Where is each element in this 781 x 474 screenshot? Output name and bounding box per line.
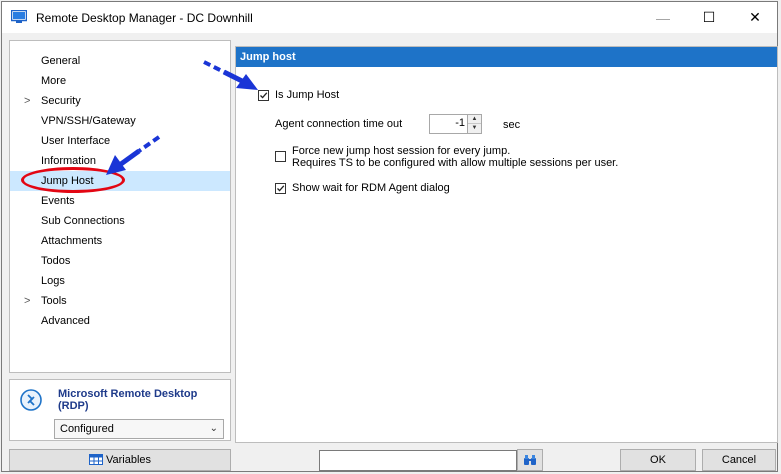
- variables-label: Variables: [105, 454, 152, 466]
- sidebar-item-more[interactable]: More: [10, 71, 230, 91]
- sidebar-item-advanced[interactable]: Advanced: [10, 311, 230, 331]
- sidebar-item-label: Todos: [41, 255, 71, 267]
- sidebar-item-label: User Interface: [41, 135, 111, 147]
- sidebar-item-user-interface[interactable]: User Interface: [10, 131, 230, 151]
- ok-button[interactable]: OK: [620, 449, 696, 471]
- close-button[interactable]: ✕: [732, 2, 778, 33]
- sidebar-item-label: Sub Connections: [41, 215, 125, 227]
- checkmark-icon: [277, 185, 285, 192]
- sidebar-item-vpn-ssh-gateway[interactable]: VPN/SSH/Gateway: [10, 111, 230, 131]
- sidebar-item-sub-connections[interactable]: Sub Connections: [10, 211, 230, 231]
- checkmark-icon: [260, 92, 268, 99]
- sidebar-item-label: Logs: [41, 275, 65, 287]
- chevron-right-icon[interactable]: >: [24, 91, 30, 111]
- entry-type-panel: Microsoft Remote Desktop (RDP) Configure…: [9, 379, 231, 441]
- sidebar-item-general[interactable]: General: [10, 51, 230, 71]
- force-new-session-checkbox[interactable]: [275, 151, 286, 162]
- force-new-line2: Requires TS to be configured with allow …: [292, 157, 619, 169]
- binoculars-icon: [524, 455, 536, 465]
- rdp-icon: [20, 389, 42, 411]
- status-dropdown[interactable]: Configured ⌄: [54, 419, 224, 439]
- sidebar-item-logs[interactable]: Logs: [10, 271, 230, 291]
- timeout-label: Agent connection time out: [275, 118, 403, 130]
- entry-type-name: Microsoft Remote Desktop (RDP): [58, 388, 198, 412]
- rdm-app-icon: [11, 10, 27, 23]
- force-new-line1: Force new jump host session for every ju…: [292, 145, 511, 157]
- sidebar-item-label: Security: [41, 95, 81, 107]
- sidebar-item-security[interactable]: > Security: [10, 91, 230, 111]
- sidebar-item-label: Information: [41, 155, 97, 167]
- sidebar-item-label: Advanced: [41, 315, 90, 327]
- dialog-window: Remote Desktop Manager - DC Downhill — ☐…: [1, 1, 778, 472]
- spin-buttons: ▲ ▼: [467, 115, 481, 133]
- sidebar-item-attachments[interactable]: Attachments: [10, 231, 230, 251]
- sidebar-item-label: Events: [41, 195, 75, 207]
- show-wait-checkbox[interactable]: [275, 183, 286, 194]
- variables-button[interactable]: Variables: [9, 449, 231, 471]
- sidebar-item-label: Tools: [41, 295, 67, 307]
- table-grid-icon: [88, 454, 103, 465]
- timeout-stepper[interactable]: -1 ▲ ▼: [429, 114, 482, 134]
- search-input[interactable]: [319, 450, 517, 471]
- sidebar-item-information[interactable]: Information: [10, 151, 230, 171]
- timeout-value: -1: [455, 117, 465, 129]
- sidebar-item-tools[interactable]: > Tools: [10, 291, 230, 311]
- status-value: Configured: [60, 423, 114, 435]
- maximize-button[interactable]: ☐: [686, 2, 732, 33]
- chevron-down-icon[interactable]: ⌄: [210, 420, 218, 438]
- jump-host-panel: Jump host Is Jump Host Agent connection …: [235, 46, 778, 443]
- spin-down-icon[interactable]: ▼: [468, 124, 481, 133]
- sidebar-item-label: Jump Host: [41, 175, 94, 187]
- timeout-unit: sec: [503, 119, 521, 131]
- window-title: Remote Desktop Manager - DC Downhill: [36, 11, 253, 25]
- section-header: Jump host: [236, 47, 777, 67]
- sidebar-item-label: VPN/SSH/Gateway: [41, 115, 136, 127]
- is-jump-host-checkbox[interactable]: [258, 90, 269, 101]
- cancel-button[interactable]: Cancel: [702, 449, 776, 471]
- sidebar-item-events[interactable]: Events: [10, 191, 230, 211]
- spin-up-icon[interactable]: ▲: [468, 115, 481, 124]
- sidebar-item-label: General: [41, 55, 81, 67]
- sidebar-nav: General More > Security VPN/SSH/Gateway …: [9, 40, 231, 373]
- sidebar-item-jump-host[interactable]: Jump Host: [10, 171, 230, 191]
- sidebar-item-todos[interactable]: Todos: [10, 251, 230, 271]
- sidebar-item-label: Attachments: [41, 235, 103, 247]
- show-wait-label: Show wait for RDM Agent dialog: [292, 182, 450, 194]
- is-jump-host-label: Is Jump Host: [275, 89, 340, 101]
- chevron-right-icon[interactable]: >: [24, 291, 30, 311]
- title-bar: Remote Desktop Manager - DC Downhill — ☐…: [2, 2, 777, 33]
- binoculars-search-button[interactable]: [517, 449, 543, 471]
- sidebar-item-label: More: [41, 75, 67, 87]
- minimize-button[interactable]: —: [640, 2, 686, 33]
